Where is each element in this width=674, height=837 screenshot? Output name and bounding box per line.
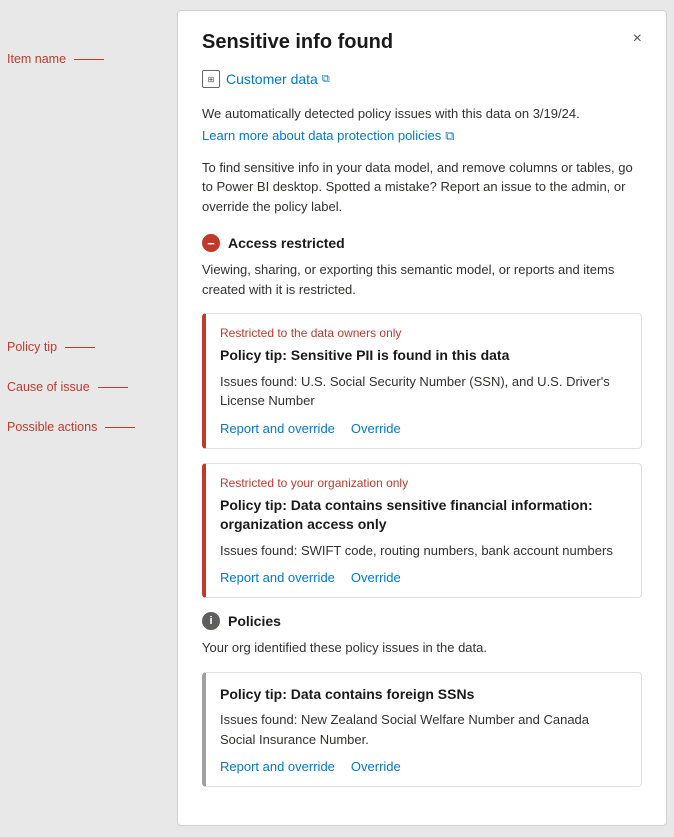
policy-tip-annotation: Policy tip bbox=[7, 340, 95, 354]
item-icon: ⊞ bbox=[202, 70, 220, 88]
policy-tip-title-2: Policy tip: Data contains sensitive fina… bbox=[220, 496, 627, 535]
access-restricted-header: − Access restricted bbox=[202, 234, 642, 252]
policy-card-2: Restricted to your organization only Pol… bbox=[202, 463, 642, 599]
report-override-link-2[interactable]: Report and override bbox=[220, 570, 335, 585]
panel-header: Sensitive info found × bbox=[202, 31, 642, 54]
report-override-link-1[interactable]: Report and override bbox=[220, 421, 335, 436]
issues-text-1: Issues found: U.S. Social Security Numbe… bbox=[220, 372, 627, 411]
close-button[interactable]: × bbox=[633, 31, 642, 47]
item-name-annotation: Item name bbox=[7, 52, 104, 66]
restricted-icon: − bbox=[202, 234, 220, 252]
restriction-label-1: Restricted to the data owners only bbox=[220, 326, 627, 340]
actions-row-1: Report and override Override bbox=[220, 421, 627, 436]
policies-card-1: Policy tip: Data contains foreign SSNs I… bbox=[202, 672, 642, 788]
info-text: To find sensitive info in your data mode… bbox=[202, 158, 642, 217]
policies-section-title: Policies bbox=[228, 613, 281, 629]
policies-section-desc: Your org identified these policy issues … bbox=[202, 638, 642, 658]
learn-more-external-icon: ⧉ bbox=[445, 128, 454, 144]
policies-tip-title-1: Policy tip: Data contains foreign SSNs bbox=[220, 685, 627, 705]
sensitive-info-panel: Sensitive info found × ⊞ Customer data ⧉… bbox=[177, 10, 667, 826]
panel-title: Sensitive info found bbox=[202, 31, 393, 54]
item-name-row: ⊞ Customer data ⧉ bbox=[202, 70, 642, 88]
policy-tip-title-1: Policy tip: Sensitive PII is found in th… bbox=[220, 346, 627, 366]
restriction-label-2: Restricted to your organization only bbox=[220, 476, 627, 490]
policies-override-link-1[interactable]: Override bbox=[351, 759, 401, 774]
override-link-2[interactable]: Override bbox=[351, 570, 401, 585]
policies-actions-row-1: Report and override Override bbox=[220, 759, 627, 774]
possible-actions-annotation: Possible actions bbox=[7, 420, 135, 434]
access-restricted-desc: Viewing, sharing, or exporting this sema… bbox=[202, 260, 642, 299]
policies-issues-text-1: Issues found: New Zealand Social Welfare… bbox=[220, 710, 627, 749]
issues-text-2: Issues found: SWIFT code, routing number… bbox=[220, 541, 627, 561]
cause-of-issue-annotation: Cause of issue bbox=[7, 380, 128, 394]
info-circle-icon: i bbox=[202, 612, 220, 630]
policies-section-header: i Policies bbox=[202, 612, 642, 630]
learn-more-link[interactable]: Learn more about data protection policie… bbox=[202, 128, 455, 144]
item-name-link[interactable]: Customer data ⧉ bbox=[226, 71, 330, 87]
auto-detect-text: We automatically detected policy issues … bbox=[202, 104, 642, 124]
policy-card-1: Restricted to the data owners only Polic… bbox=[202, 313, 642, 449]
access-restricted-title: Access restricted bbox=[228, 235, 345, 251]
policies-report-override-link-1[interactable]: Report and override bbox=[220, 759, 335, 774]
actions-row-2: Report and override Override bbox=[220, 570, 627, 585]
override-link-1[interactable]: Override bbox=[351, 421, 401, 436]
external-link-icon: ⧉ bbox=[322, 73, 330, 86]
